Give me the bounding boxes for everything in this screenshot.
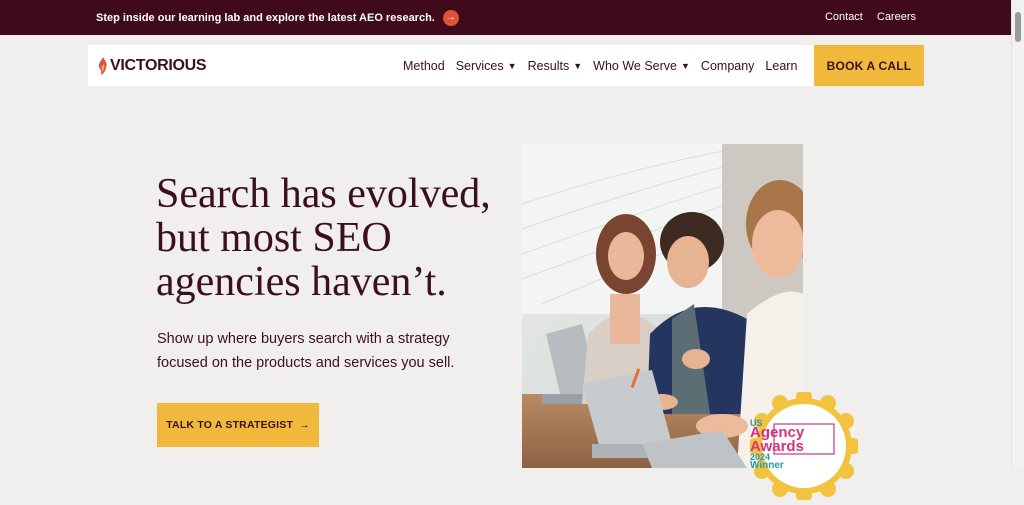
cta-label: TALK TO A STRATEGIST	[166, 419, 294, 431]
chevron-down-icon: ▼	[573, 60, 583, 71]
headline-line: agencies haven’t.	[156, 259, 447, 305]
subtext-line: Show up where buyers search with a strat…	[157, 331, 450, 347]
nav-item-results[interactable]: Results ▼	[528, 59, 583, 73]
announcement-bar: Step inside our learning lab and explore…	[0, 0, 1012, 35]
book-a-call-button[interactable]: BOOK A CALL	[814, 45, 924, 86]
nav-item-label: Method	[403, 58, 445, 73]
nav-item-services[interactable]: Services ▼	[456, 59, 517, 73]
logo-text: VICTORIOUS	[110, 57, 207, 74]
nav-item-label: Results	[527, 58, 570, 73]
scrollbar-thumb[interactable]	[1015, 12, 1021, 42]
subtext-line: focused on the products and services you…	[157, 355, 455, 371]
logo[interactable]: VICTORIOUS	[98, 57, 207, 75]
page-scrollbar[interactable]	[1011, 0, 1024, 468]
flame-icon	[98, 57, 107, 75]
announcement-text: Step inside our learning lab and explore…	[96, 12, 435, 24]
nav-item-label: Learn	[765, 58, 798, 73]
utility-links: Contact Careers	[825, 11, 916, 23]
careers-link[interactable]: Careers	[877, 11, 916, 23]
nav-links: Method Services ▼ Results ▼ Who We Serve…	[403, 45, 797, 86]
announcement-link[interactable]: Step inside our learning lab and explore…	[96, 10, 459, 26]
arrow-right-icon[interactable]: →	[442, 10, 459, 26]
hero-headline: Search has evolved, but most SEO agencie…	[156, 172, 516, 304]
main-navigation: VICTORIOUS Method Services ▼ Results ▼ W…	[88, 45, 924, 86]
award-status: Winner	[750, 460, 784, 471]
chevron-down-icon: ▼	[681, 60, 690, 71]
contact-link[interactable]: Contact	[825, 11, 863, 23]
nav-item-learn[interactable]: Learn	[765, 59, 797, 73]
nav-item-label: Who We Serve	[593, 58, 677, 73]
us-agency-awards-badge: US Agency Awards 2024 Winner	[747, 389, 861, 503]
nav-item-who-we-serve[interactable]: Who We Serve ▼	[593, 59, 690, 73]
nav-item-label: Company	[700, 58, 755, 73]
chevron-down-icon: ▼	[507, 60, 517, 71]
hero-subtext: Show up where buyers search with a strat…	[157, 327, 487, 375]
talk-to-strategist-button[interactable]: TALK TO A STRATEGIST →	[157, 403, 319, 447]
arrow-right-icon: →	[299, 419, 310, 431]
headline-line: Search has evolved,	[156, 171, 491, 217]
award-title: Agency Awards	[750, 425, 858, 454]
nav-item-company[interactable]: Company	[701, 59, 755, 73]
nav-item-method[interactable]: Method	[403, 59, 445, 73]
nav-item-label: Services	[455, 58, 504, 73]
headline-line: but most SEO	[156, 215, 392, 261]
